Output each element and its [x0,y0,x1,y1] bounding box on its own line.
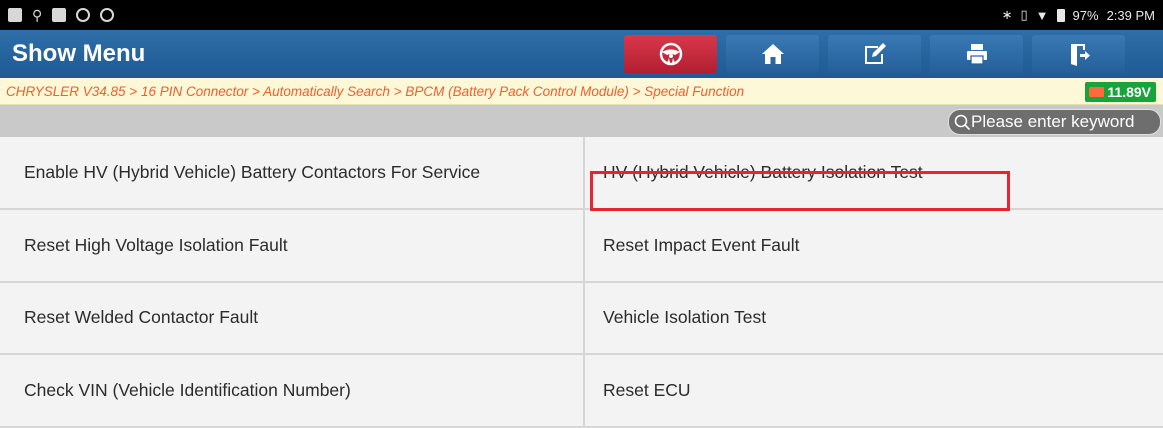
breadcrumb: CHRYSLER V34.85 > 16 PIN Connector > Aut… [6,83,745,99]
steering-wheel-button[interactable] [624,35,717,73]
clock: 2:39 PM [1106,7,1155,23]
menu-item-hv-battery-isolation-test[interactable]: HV (Hybrid Vehicle) Battery Isolation Te… [585,137,1163,210]
accessibility-icon [100,8,115,22]
search-box[interactable] [948,109,1161,135]
menu-item-reset-impact-event-fault[interactable]: Reset Impact Event Fault [585,209,1163,283]
status-icons-left: ⚲ [8,7,115,23]
wifi-icon: ▼ [1035,7,1049,23]
print-button[interactable] [930,35,1023,73]
bluetooth-icon: ∗ [1001,7,1013,22]
home-button[interactable] [726,35,819,73]
battery-voltage-badge: 11.89V [1085,82,1156,102]
battery-voltage: 11.89V [1107,84,1151,100]
edit-icon [864,43,886,64]
battery-icon [1056,8,1065,22]
status-icons-right: ∗ ▯ ▼ 97% 2:39 PM [1002,7,1155,23]
menu-item-reset-ecu[interactable]: Reset ECU [585,355,1163,428]
search-icon [954,114,971,131]
printer-icon [966,44,987,65]
home-icon [761,44,784,64]
menu-grid: Enable HV (Hybrid Vehicle) Battery Conta… [0,137,1163,428]
menu-item-vehicle-isolation-test[interactable]: Vehicle Isolation Test [585,282,1163,356]
gallery-icon [8,8,22,22]
search-input[interactable] [971,112,1161,132]
file-icon [52,8,67,22]
menu-item-reset-welded-contactor-fault[interactable]: Reset Welded Contactor Fault [0,282,585,356]
search-strip [0,105,1163,137]
pause-icon [76,8,91,22]
battery-percent: 97% [1072,7,1099,23]
usb-icon: ⚲ [32,7,43,23]
status-bar: ⚲ ∗ ▯ ▼ 97% 2:39 PM [0,0,1163,30]
exit-icon [1070,44,1090,66]
vibrate-icon: ▯ [1020,7,1028,22]
menu-item-reset-hv-isolation-fault[interactable]: Reset High Voltage Isolation Fault [0,209,585,283]
title-bar: Show Menu [0,30,1163,78]
steering-wheel-icon [659,42,682,66]
menu-item-enable-hv-contactors[interactable]: Enable HV (Hybrid Vehicle) Battery Conta… [0,137,585,210]
exit-button[interactable] [1032,35,1125,73]
car-battery-icon [1089,87,1105,97]
edit-report-button[interactable] [828,35,921,73]
breadcrumb-bar: CHRYSLER V34.85 > 16 PIN Connector > Aut… [0,78,1163,105]
menu-item-check-vin[interactable]: Check VIN (Vehicle Identification Number… [0,355,585,428]
